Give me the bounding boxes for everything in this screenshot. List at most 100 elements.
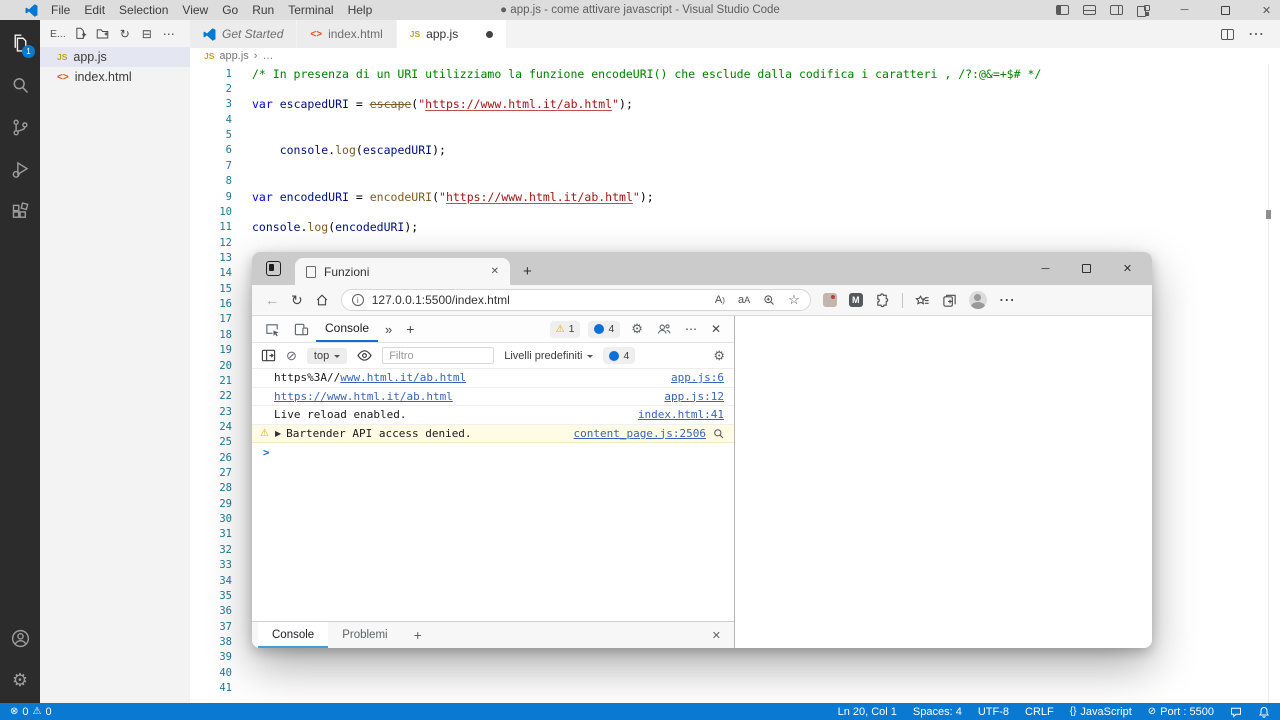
expander-icon[interactable]: ▶ <box>275 429 281 438</box>
toggle-sidebar-icon[interactable] <box>1049 0 1076 20</box>
browser-tab[interactable]: Funzioni ✕ <box>295 258 510 285</box>
minimize-button[interactable]: ─ <box>1171 0 1198 20</box>
editor-tab-app-js[interactable]: JSapp.js <box>397 20 507 48</box>
drawer-tab-problemi[interactable]: Problemi <box>328 622 401 648</box>
add-devtools-tab-icon[interactable]: + <box>399 316 421 342</box>
toggle-secondary-sidebar-icon[interactable] <box>1103 0 1130 20</box>
source-link[interactable]: app.js:6 <box>671 371 724 384</box>
page-viewport[interactable] <box>735 316 1152 648</box>
menu-help[interactable]: Help <box>341 3 380 17</box>
warnings-badge[interactable]: ⚠ 1 <box>550 321 581 338</box>
collapse-folders-icon[interactable]: ⊟ <box>140 27 154 41</box>
drawer-tab-console[interactable]: Console <box>258 622 328 648</box>
split-editor-icon[interactable] <box>1221 29 1234 40</box>
file-item-index-html[interactable]: <>index.html <box>40 67 190 87</box>
site-info-icon[interactable]: i <box>352 294 364 306</box>
message-link[interactable]: https://www.html.it/ab.html <box>274 390 453 403</box>
encoding[interactable]: UTF-8 <box>978 706 1009 718</box>
restore-button[interactable] <box>1212 0 1239 20</box>
clear-console-icon[interactable]: ⊘ <box>286 348 297 364</box>
translate-icon[interactable]: aA <box>738 294 750 306</box>
search-result-icon[interactable] <box>713 428 724 439</box>
address-bar[interactable]: i 127.0.0.1:5500/index.html A) aA ☆ <box>341 289 811 311</box>
editor-more-icon[interactable]: ⋯ <box>1248 24 1264 44</box>
accounts-icon[interactable] <box>0 617 40 659</box>
source-link[interactable]: app.js:12 <box>664 390 724 403</box>
devtools-feedback-icon[interactable] <box>650 316 678 342</box>
read-aloud-icon[interactable]: A) <box>715 294 725 306</box>
feedback-icon[interactable] <box>1230 706 1242 718</box>
menu-run[interactable]: Run <box>245 3 281 17</box>
devtools-settings-icon[interactable]: ⚙ <box>624 316 650 342</box>
source-link[interactable]: content_page.js:2506 <box>574 427 706 440</box>
extension-1-icon[interactable] <box>823 293 837 307</box>
new-folder-icon[interactable] <box>96 27 110 41</box>
notifications-bell-icon[interactable] <box>1258 706 1270 718</box>
close-button[interactable]: ✕ <box>1253 0 1280 20</box>
back-icon[interactable]: ← <box>265 293 279 307</box>
context-selector[interactable]: top <box>307 348 347 364</box>
search-icon[interactable] <box>0 64 40 106</box>
browser-maximize-icon[interactable] <box>1066 264 1107 273</box>
message-link[interactable]: www.html.it/ab.html <box>340 371 466 384</box>
editor-scrollbar-track[interactable] <box>1268 64 1269 703</box>
explorer-more-icon[interactable]: ⋯ <box>162 27 176 41</box>
menu-edit[interactable]: Edit <box>77 3 112 17</box>
new-tab-icon[interactable]: + <box>523 264 532 279</box>
menu-go[interactable]: Go <box>215 3 245 17</box>
customize-layout-icon[interactable] <box>1130 0 1157 20</box>
browser-minimize-icon[interactable]: ─ <box>1025 263 1066 275</box>
indentation[interactable]: Spaces: 4 <box>913 706 962 718</box>
extensions-icon[interactable] <box>0 190 40 232</box>
inspect-element-icon[interactable] <box>258 316 287 342</box>
url-text[interactable]: 127.0.0.1:5500/index.html <box>372 293 510 307</box>
settings-gear-icon[interactable]: ⚙ <box>0 659 40 701</box>
menu-terminal[interactable]: Terminal <box>281 3 340 17</box>
console-filter-input[interactable] <box>382 347 494 364</box>
menu-file[interactable]: File <box>44 3 77 17</box>
home-icon[interactable] <box>315 293 329 307</box>
tab-close-icon[interactable]: ✕ <box>491 266 499 277</box>
tab-actions-icon[interactable] <box>266 261 281 276</box>
console-sidebar-icon[interactable] <box>261 348 276 363</box>
live-server-port[interactable]: ⊘Port : 5500 <box>1148 706 1214 718</box>
extensions-puzzle-icon[interactable] <box>875 293 890 308</box>
errors-count[interactable]: ⊗0 <box>10 706 29 718</box>
log-levels-selector[interactable]: Livelli predefiniti <box>504 350 593 362</box>
console-prompt[interactable]: > <box>252 443 734 462</box>
console-messages-badge[interactable]: 4 <box>603 347 635 364</box>
favorites-star-icon[interactable]: ☆ <box>788 292 800 308</box>
devtools-tab-console[interactable]: Console <box>316 316 378 342</box>
eye-icon[interactable] <box>357 349 372 362</box>
messages-badge[interactable]: 4 <box>588 321 620 338</box>
refresh-explorer-icon[interactable]: ↻ <box>118 27 132 41</box>
extension-m-icon[interactable]: M <box>849 293 863 307</box>
source-link[interactable]: index.html:41 <box>638 408 724 421</box>
more-tabs-icon[interactable]: » <box>378 316 399 342</box>
drawer-close-icon[interactable]: ✕ <box>712 622 734 648</box>
refresh-icon[interactable]: ↻ <box>291 293 303 307</box>
source-control-icon[interactable] <box>0 106 40 148</box>
devtools-more-icon[interactable]: ⋯ <box>678 316 704 342</box>
warnings-count[interactable]: ⚠0 <box>33 706 52 718</box>
editor-tab-get-started[interactable]: Get Started <box>190 20 297 48</box>
run-debug-icon[interactable] <box>0 148 40 190</box>
drawer-add-tab-icon[interactable]: + <box>402 622 434 648</box>
explorer-icon[interactable]: 1 <box>0 22 40 64</box>
devtools-close-icon[interactable]: ✕ <box>704 316 728 342</box>
file-item-app-js[interactable]: JSapp.js <box>40 47 190 67</box>
collections-icon[interactable] <box>942 293 957 308</box>
favorites-bar-icon[interactable] <box>915 293 930 308</box>
cursor-position[interactable]: Ln 20, Col 1 <box>838 706 897 718</box>
menu-view[interactable]: View <box>175 3 215 17</box>
zoom-icon[interactable] <box>763 294 775 306</box>
breadcrumb[interactable]: JS app.js › … <box>190 48 1280 64</box>
browser-close-icon[interactable]: ✕ <box>1107 262 1148 275</box>
menu-selection[interactable]: Selection <box>112 3 175 17</box>
console-settings-icon[interactable]: ⚙ <box>713 348 725 364</box>
new-file-icon[interactable] <box>74 27 88 41</box>
profile-avatar[interactable] <box>969 291 987 309</box>
browser-settings-more-icon[interactable]: ⋯ <box>999 290 1015 310</box>
editor-scrollbar-thumb[interactable] <box>1266 210 1271 219</box>
language-mode[interactable]: {}JavaScript <box>1070 706 1132 718</box>
